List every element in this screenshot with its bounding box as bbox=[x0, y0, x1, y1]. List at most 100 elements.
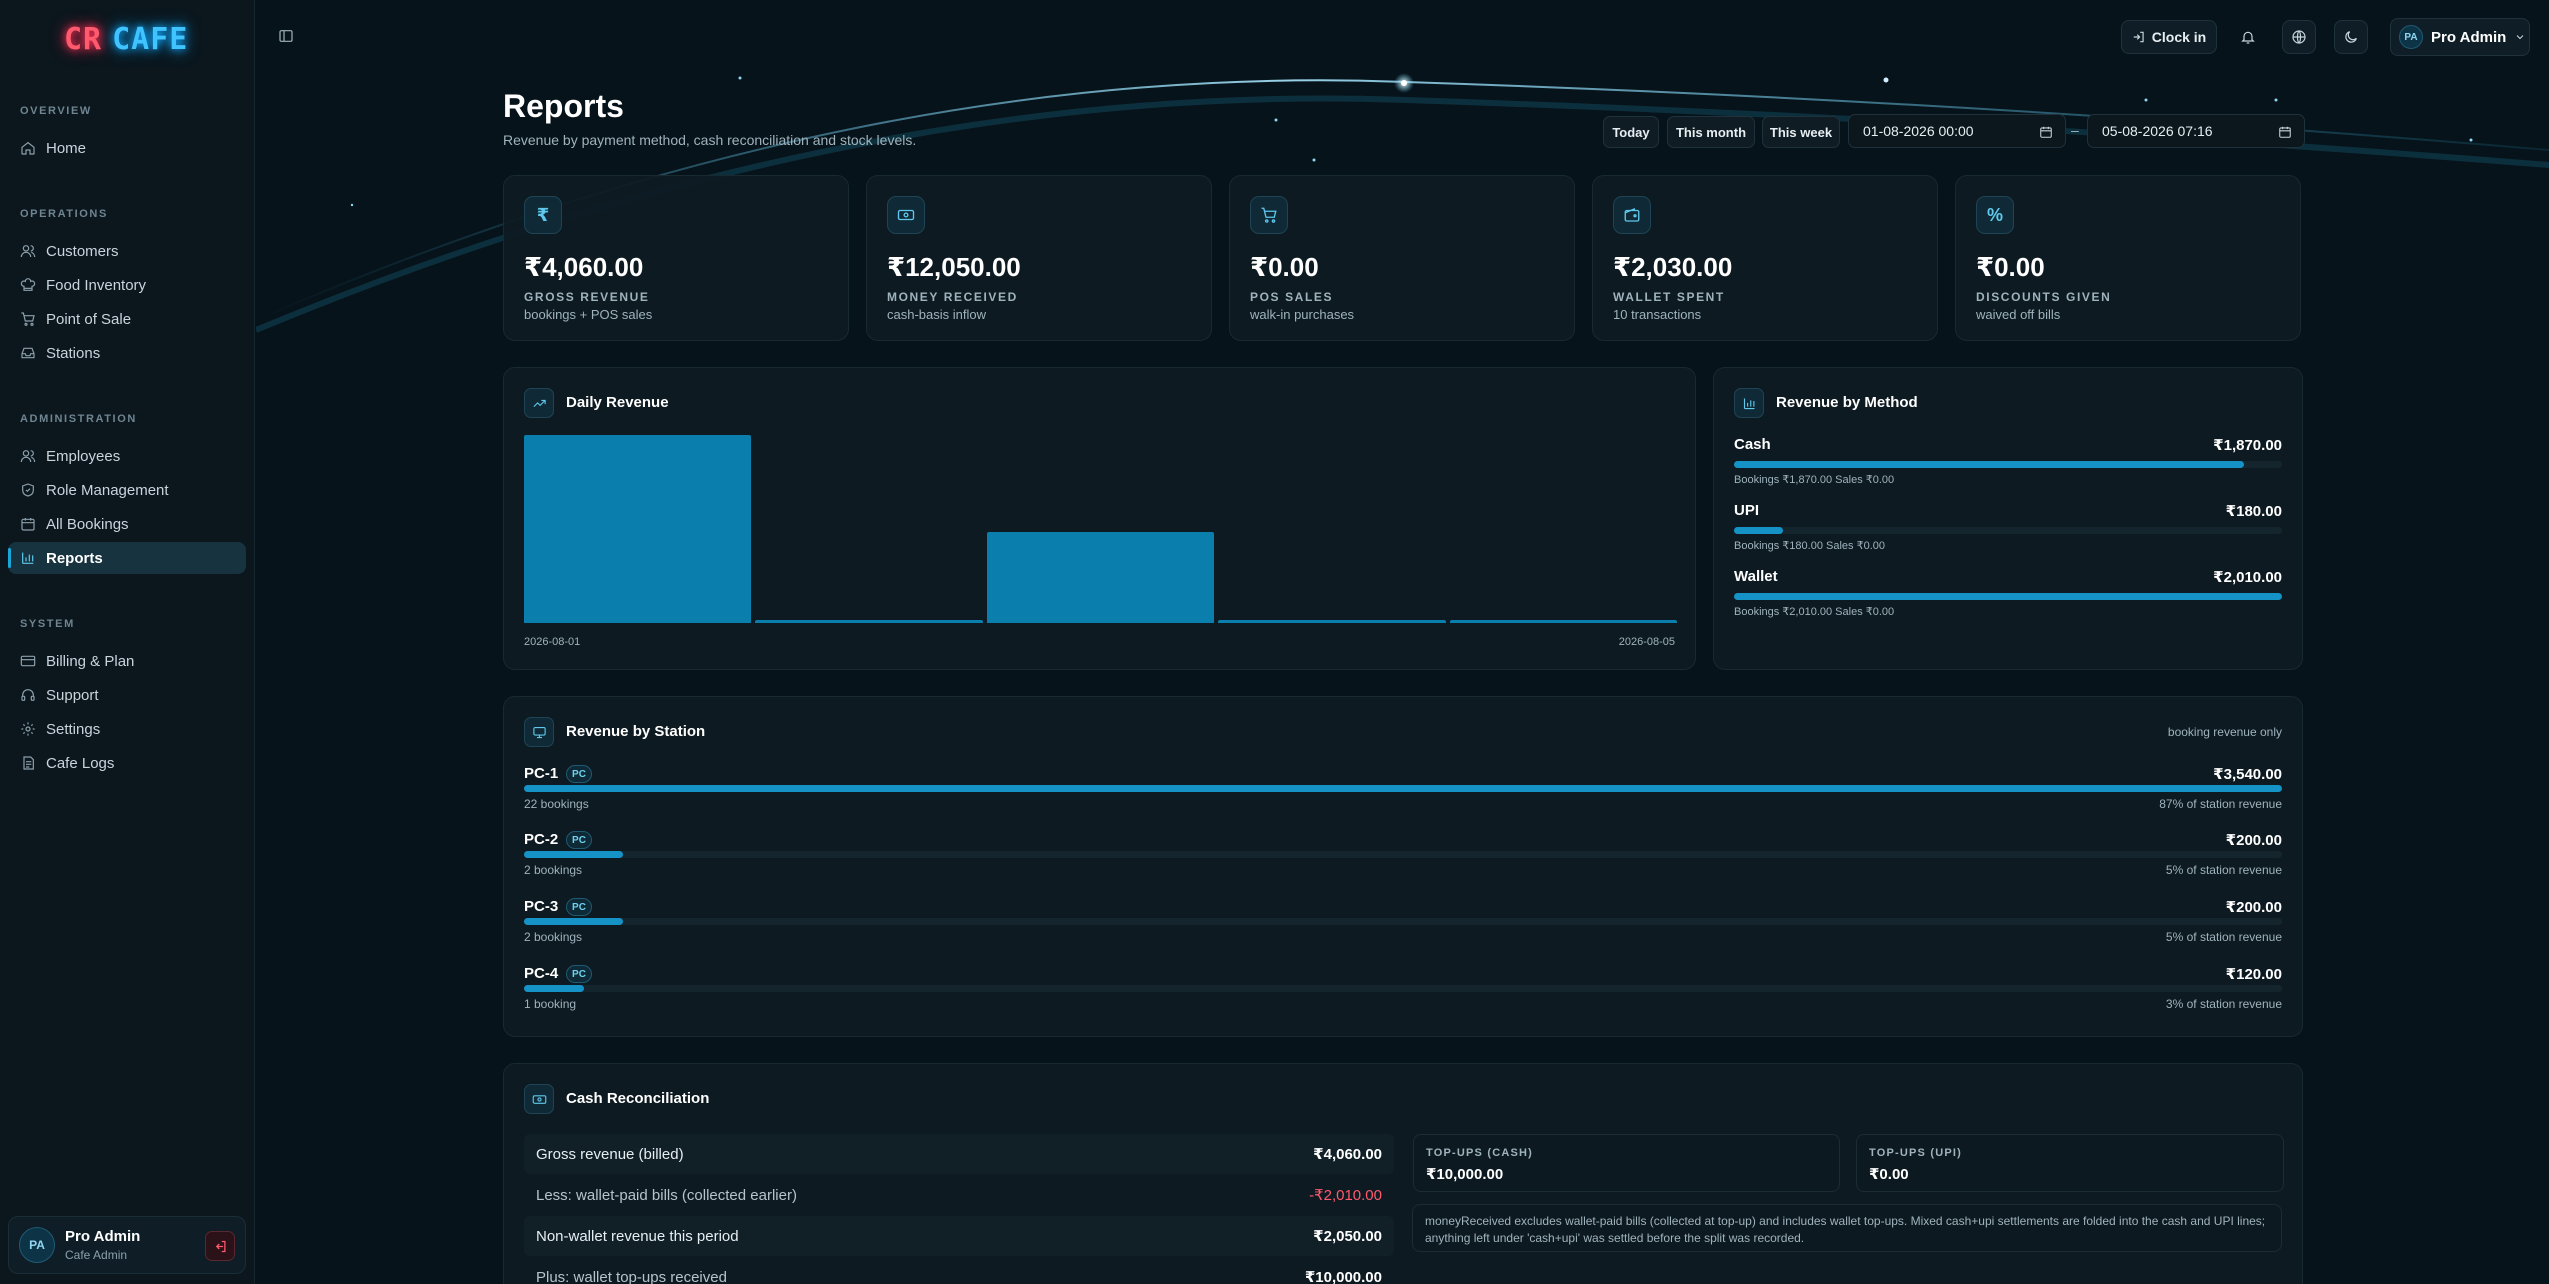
users-icon bbox=[20, 245, 36, 258]
recon-value: -₹2,010.00 bbox=[1309, 1187, 1382, 1204]
logo-text-left: CR bbox=[64, 22, 103, 57]
station-note: booking revenue only bbox=[2167, 725, 2282, 739]
notifications-button[interactable] bbox=[2231, 20, 2265, 54]
filter-this-month-button[interactable]: This month bbox=[1667, 116, 1755, 148]
sidebar-item-cafe-logs[interactable]: Cafe Logs bbox=[8, 747, 246, 779]
date-to-input[interactable]: 05-08-2026 07:16 bbox=[2087, 114, 2305, 148]
method-progress-track bbox=[1734, 461, 2282, 468]
recon-value: ₹2,050.00 bbox=[1313, 1228, 1382, 1245]
daily-revenue-title: Daily Revenue bbox=[566, 394, 669, 411]
station-progress-fill bbox=[524, 985, 584, 992]
method-progress-track bbox=[1734, 593, 2282, 600]
station-name: PC-4 bbox=[524, 965, 559, 982]
kpi-desc: cash-basis inflow bbox=[887, 307, 986, 322]
sidebar-toggle-button[interactable] bbox=[278, 28, 294, 44]
sidebar-item-billing-plan[interactable]: Billing & Plan bbox=[8, 645, 246, 677]
sidebar-item-label: Home bbox=[46, 139, 87, 157]
station-bookings: 1 booking bbox=[524, 997, 577, 1011]
station-bookings: 2 bookings bbox=[524, 863, 583, 877]
recon-row-wallet-paid: Less: wallet-paid bills (collected earli… bbox=[524, 1175, 1394, 1215]
kpi-label: WALLET SPENT bbox=[1613, 290, 1725, 304]
shield-icon bbox=[22, 483, 34, 497]
sidebar-user-card[interactable]: PA Pro Admin Cafe Admin bbox=[8, 1216, 246, 1274]
percent-icon: % bbox=[1976, 196, 2014, 234]
topup-upi-box: TOP-UPS (UPI) ₹0.00 bbox=[1856, 1134, 2284, 1192]
sidebar: CR CAFE OVERVIEW Home OPERATIONS Customer… bbox=[0, 0, 255, 1284]
kpi-label: MONEY RECEIVED bbox=[887, 290, 1018, 304]
page-subtitle: Revenue by payment method, cash reconcil… bbox=[503, 132, 917, 148]
recon-label: Plus: wallet top-ups received bbox=[536, 1268, 727, 1284]
sidebar-item-support[interactable]: Support bbox=[8, 679, 246, 711]
globe-icon bbox=[2292, 30, 2306, 44]
date-to-value: 05-08-2026 07:16 bbox=[2102, 123, 2213, 139]
kpi-label: DISCOUNTS GIVEN bbox=[1976, 290, 2112, 304]
method-name: Cash bbox=[1734, 436, 1771, 453]
sidebar-item-all-bookings[interactable]: All Bookings bbox=[8, 508, 246, 540]
sidebar-item-employees[interactable]: Employees bbox=[8, 440, 246, 472]
calendar-icon bbox=[2279, 126, 2291, 138]
station-share: 3% of station revenue bbox=[2165, 997, 2282, 1011]
kpi-value: ₹0.00 bbox=[1250, 252, 1319, 282]
sidebar-item-label: Employees bbox=[46, 447, 121, 465]
avatar: PA bbox=[2399, 25, 2423, 49]
user-role: Cafe Admin bbox=[65, 1248, 128, 1262]
station-bookings: 22 bookings bbox=[524, 797, 589, 811]
method-row-cash: Cash ₹1,870.00 Bookings ₹1,870.00 Sales … bbox=[1734, 436, 2282, 486]
theme-toggle-button[interactable] bbox=[2334, 20, 2368, 54]
chevron-down-icon bbox=[2516, 35, 2524, 40]
method-progress-track bbox=[1734, 527, 2282, 534]
kpi-value: ₹0.00 bbox=[1976, 252, 2045, 282]
profile-menu-button[interactable]: PA Pro Admin bbox=[2390, 18, 2530, 56]
bar-2026-08-05[interactable] bbox=[1449, 620, 1677, 623]
kpi-label: POS SALES bbox=[1250, 290, 1334, 304]
bar-2026-08-02[interactable] bbox=[755, 620, 983, 623]
trending-up-icon bbox=[524, 388, 554, 418]
bar-chart-icon bbox=[1734, 388, 1764, 418]
cash-reconciliation-title: Cash Reconciliation bbox=[566, 1090, 710, 1107]
sidebar-item-point-of-sale[interactable]: Point of Sale bbox=[8, 303, 246, 335]
topup-cash-box: TOP-UPS (CASH) ₹10,000.00 bbox=[1413, 1134, 1840, 1192]
sidebar-item-stations[interactable]: Stations bbox=[8, 337, 246, 369]
sidebar-item-home[interactable]: Home bbox=[8, 132, 246, 164]
sidebar-item-reports[interactable]: Reports bbox=[8, 542, 246, 574]
sidebar-item-role-management[interactable]: Role Management bbox=[8, 474, 246, 506]
date-from-input[interactable]: 01-08-2026 00:00 bbox=[1848, 114, 2066, 148]
chef-hat-icon bbox=[20, 278, 36, 291]
headset-icon bbox=[21, 689, 35, 701]
station-progress-track bbox=[524, 785, 2282, 792]
gear-icon bbox=[21, 722, 35, 736]
user-name: Pro Admin bbox=[65, 1228, 141, 1245]
avatar: PA bbox=[19, 1227, 55, 1263]
kpi-card-gross-revenue: ₹ ₹4,060.00 GROSS REVENUE bookings + POS… bbox=[503, 175, 849, 341]
filter-today-button[interactable]: Today bbox=[1603, 116, 1659, 148]
bar-2026-08-01[interactable] bbox=[524, 435, 752, 623]
logout-button[interactable] bbox=[205, 1231, 235, 1261]
cafe-logo[interactable]: CR CAFE bbox=[64, 22, 188, 57]
log-icon bbox=[23, 756, 34, 770]
clock-in-button[interactable]: Clock in bbox=[2121, 20, 2217, 54]
station-name: PC-2 bbox=[524, 831, 559, 848]
sidebar-item-customers[interactable]: Customers bbox=[8, 235, 246, 267]
filter-this-week-button[interactable]: This week bbox=[1762, 116, 1840, 148]
cart-icon bbox=[1250, 196, 1288, 234]
bar-2026-08-04[interactable] bbox=[1218, 620, 1446, 623]
method-amount: ₹1,870.00 bbox=[2213, 437, 2282, 454]
recon-label: Gross revenue (billed) bbox=[536, 1145, 684, 1163]
cart-icon bbox=[21, 312, 35, 326]
sidebar-item-settings[interactable]: Settings bbox=[8, 713, 246, 745]
method-row-wallet: Wallet ₹2,010.00 Bookings ₹2,010.00 Sale… bbox=[1734, 568, 2282, 618]
topup-label: TOP-UPS (CASH) bbox=[1426, 1147, 1534, 1159]
sidebar-item-label: Food Inventory bbox=[46, 276, 147, 294]
station-name: PC-3 bbox=[524, 898, 559, 915]
station-progress-track bbox=[524, 918, 2282, 925]
bar-2026-08-03[interactable] bbox=[986, 531, 1215, 623]
method-detail: Bookings ₹2,010.00 Sales ₹0.00 bbox=[1734, 606, 1895, 618]
language-button[interactable] bbox=[2282, 20, 2316, 54]
wallet-icon bbox=[1613, 196, 1651, 234]
kpi-card-money-received: ₹12,050.00 MONEY RECEIVED cash-basis inf… bbox=[866, 175, 1212, 341]
sidebar-item-label: Customers bbox=[46, 242, 119, 260]
sidebar-item-food-inventory[interactable]: Food Inventory bbox=[8, 269, 246, 301]
station-amount: ₹120.00 bbox=[2225, 966, 2282, 983]
kpi-card-discounts-given: % ₹0.00 DISCOUNTS GIVEN waived off bills bbox=[1955, 175, 2301, 341]
nav-section-title-operations: OPERATIONS bbox=[20, 208, 108, 220]
